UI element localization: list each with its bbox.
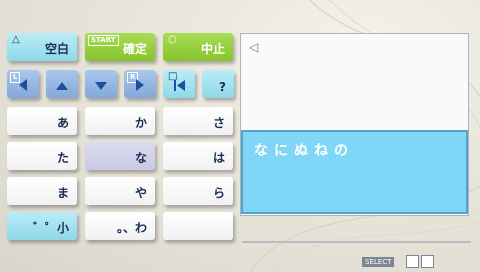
punctuation-label: 。、わ [116, 221, 147, 235]
arrow-up-icon [56, 82, 68, 90]
dakuten-button[interactable]: ゛゜小 [7, 212, 77, 240]
select-button-tag: SELECT [362, 257, 395, 267]
cursor-right-button[interactable]: R [124, 70, 156, 98]
kana-key-ha[interactable]: は [163, 142, 233, 170]
kana-label: や [134, 186, 147, 200]
kana-key-ma[interactable]: ま [7, 177, 77, 205]
kana-label: ま [56, 186, 69, 200]
kana-key-na-selected[interactable]: な [85, 142, 155, 170]
kana-label: な [134, 151, 147, 165]
confirm-label: 確定 [122, 42, 147, 56]
cancel-button[interactable]: ○ 中止 [163, 33, 233, 61]
blank-key[interactable] [163, 212, 233, 240]
kana-key-sa[interactable]: さ [163, 107, 233, 135]
input-text: なにぬねの [254, 143, 354, 159]
kana-key-ka[interactable]: か [85, 107, 155, 135]
arrow-right-icon [136, 79, 144, 91]
kana-label: は [212, 151, 225, 165]
cursor-left-button[interactable]: L [7, 70, 39, 98]
triangle-icon: △ [12, 34, 20, 45]
arrow-left-icon [19, 79, 27, 91]
caret-left-icon: ◁ [249, 40, 259, 54]
help-label: ? [219, 80, 226, 94]
kana-label: か [134, 116, 147, 130]
cursor-down-button[interactable] [85, 70, 117, 98]
confirm-button[interactable]: START 確定 [85, 33, 155, 61]
kana-label: あ [56, 116, 69, 130]
kana-label: さ [212, 116, 225, 130]
kana-key-ra[interactable]: ら [163, 177, 233, 205]
kana-key-ta[interactable]: た [7, 142, 77, 170]
window-toggle-icon-2[interactable] [421, 255, 434, 268]
backspace-button[interactable]: □ [163, 70, 195, 98]
cursor-up-button[interactable] [46, 70, 78, 98]
arrow-down-icon [95, 82, 107, 90]
space-button[interactable]: △ 空白 [7, 33, 77, 61]
divider-line [242, 241, 471, 243]
text-panel: ◁ なにぬねの [240, 33, 469, 216]
dakuten-label: ゛゜小 [32, 221, 69, 235]
circle-icon: ○ [168, 34, 177, 45]
input-field[interactable]: なにぬねの [241, 130, 468, 214]
start-button-tag: START [88, 35, 119, 46]
kana-key-a[interactable]: あ [7, 107, 77, 135]
kana-key-ya[interactable]: や [85, 177, 155, 205]
window-toggle-icon[interactable] [406, 255, 419, 268]
cancel-label: 中止 [200, 42, 225, 56]
punctuation-key[interactable]: 。、わ [85, 212, 155, 240]
kana-label: た [56, 151, 69, 165]
help-button[interactable]: ? [202, 70, 234, 98]
backspace-icon [174, 80, 185, 91]
space-label: 空白 [44, 42, 69, 56]
kana-label: ら [212, 186, 225, 200]
